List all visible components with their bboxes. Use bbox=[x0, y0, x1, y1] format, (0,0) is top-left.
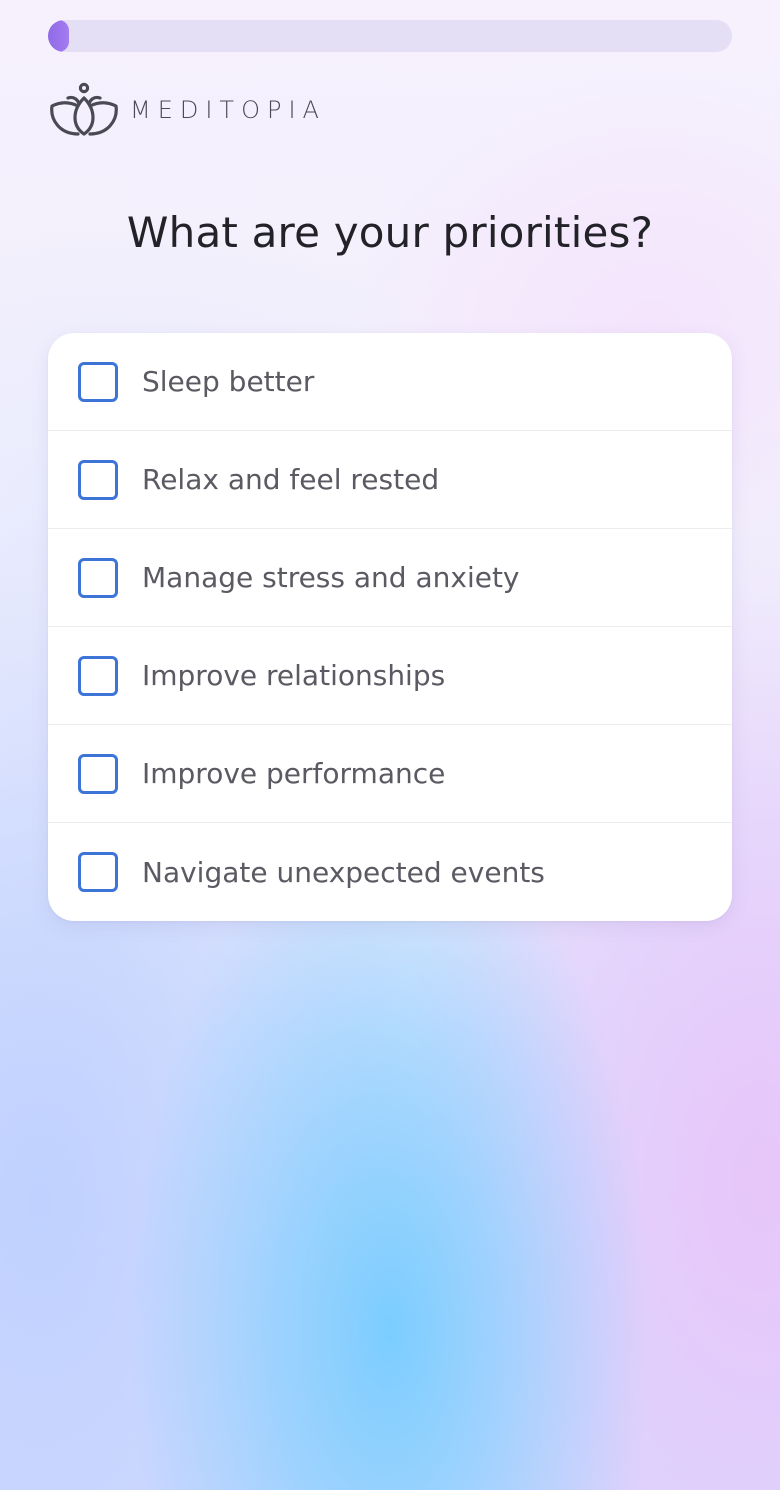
option-label: Improve performance bbox=[142, 757, 446, 790]
checkbox[interactable] bbox=[78, 557, 118, 598]
progress-bar bbox=[48, 20, 732, 52]
option-label: Manage stress and anxiety bbox=[142, 561, 520, 594]
checkbox[interactable] bbox=[78, 655, 118, 696]
meditopia-logo: MEDITOPIA bbox=[48, 82, 326, 138]
checkbox[interactable] bbox=[78, 361, 118, 402]
checkbox[interactable] bbox=[78, 852, 118, 892]
lotus-icon bbox=[50, 82, 118, 136]
option-label: Sleep better bbox=[142, 365, 315, 398]
option-relax-and-feel-rested[interactable]: Relax and feel rested bbox=[48, 431, 732, 529]
page-title: What are your priorities? bbox=[126, 208, 654, 257]
brand-name: MEDITOPIA bbox=[130, 96, 326, 124]
option-navigate-unexpected-events[interactable]: Navigate unexpected events bbox=[48, 823, 732, 921]
priorities-option-list: Sleep better Relax and feel rested Manag… bbox=[48, 333, 732, 921]
option-manage-stress-and-anxiety[interactable]: Manage stress and anxiety bbox=[48, 529, 732, 627]
option-improve-performance[interactable]: Improve performance bbox=[48, 725, 732, 823]
checkbox[interactable] bbox=[78, 459, 118, 500]
option-label: Improve relationships bbox=[142, 659, 446, 692]
checkbox[interactable] bbox=[78, 753, 118, 794]
option-label: Relax and feel rested bbox=[142, 463, 440, 496]
option-improve-relationships[interactable]: Improve relationships bbox=[48, 627, 732, 725]
option-sleep-better[interactable]: Sleep better bbox=[48, 333, 732, 431]
option-label: Navigate unexpected events bbox=[142, 855, 545, 889]
